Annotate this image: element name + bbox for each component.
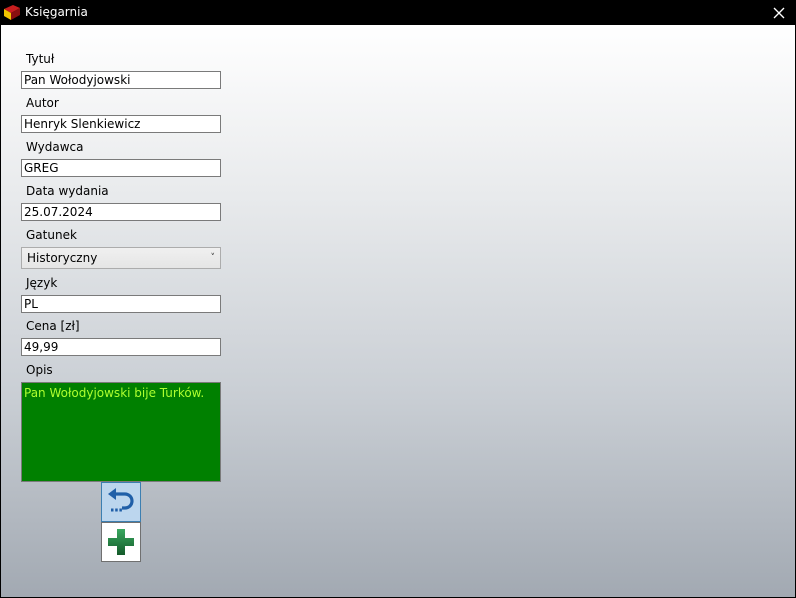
app-window: Księgarnia Tytuł Pan Wołodyjowski Autor … <box>0 0 796 598</box>
chevron-down-icon: ˅ <box>210 253 216 263</box>
title-bar: Księgarnia <box>0 0 796 25</box>
close-button[interactable] <box>762 0 796 25</box>
close-icon <box>773 7 785 18</box>
plus-icon <box>108 529 134 555</box>
author-label: Autor <box>26 96 59 110</box>
price-field[interactable]: 49,99 <box>21 338 221 356</box>
language-field[interactable]: PL <box>21 295 221 313</box>
price-label: Cena [zł] <box>26 319 80 333</box>
window-title: Księgarnia <box>25 5 88 19</box>
genre-select[interactable]: Historyczny ˅ <box>21 247 221 269</box>
date-field[interactable]: 25.07.2024 <box>21 203 221 221</box>
date-label: Data wydania <box>26 184 109 198</box>
title-label: Tytuł <box>26 52 55 66</box>
description-label: Opis <box>26 363 53 377</box>
language-label: Język <box>26 276 58 290</box>
form-panel: Tytuł Pan Wołodyjowski Autor Henryk Slen… <box>1 25 795 597</box>
genre-label: Gatunek <box>26 228 77 242</box>
author-field[interactable]: Henryk Slenkiewicz <box>21 115 221 133</box>
undo-icon <box>108 488 134 512</box>
genre-selected-value: Historyczny <box>27 251 98 265</box>
undo-button[interactable] <box>101 482 141 522</box>
add-button[interactable] <box>101 522 141 562</box>
publisher-label: Wydawca <box>26 140 84 154</box>
description-textarea[interactable]: Pan Wołodyjowski bije Turków. <box>21 382 221 482</box>
app-book-icon <box>4 5 20 20</box>
publisher-field[interactable]: GREG <box>21 159 221 177</box>
title-field[interactable]: Pan Wołodyjowski <box>21 71 221 89</box>
